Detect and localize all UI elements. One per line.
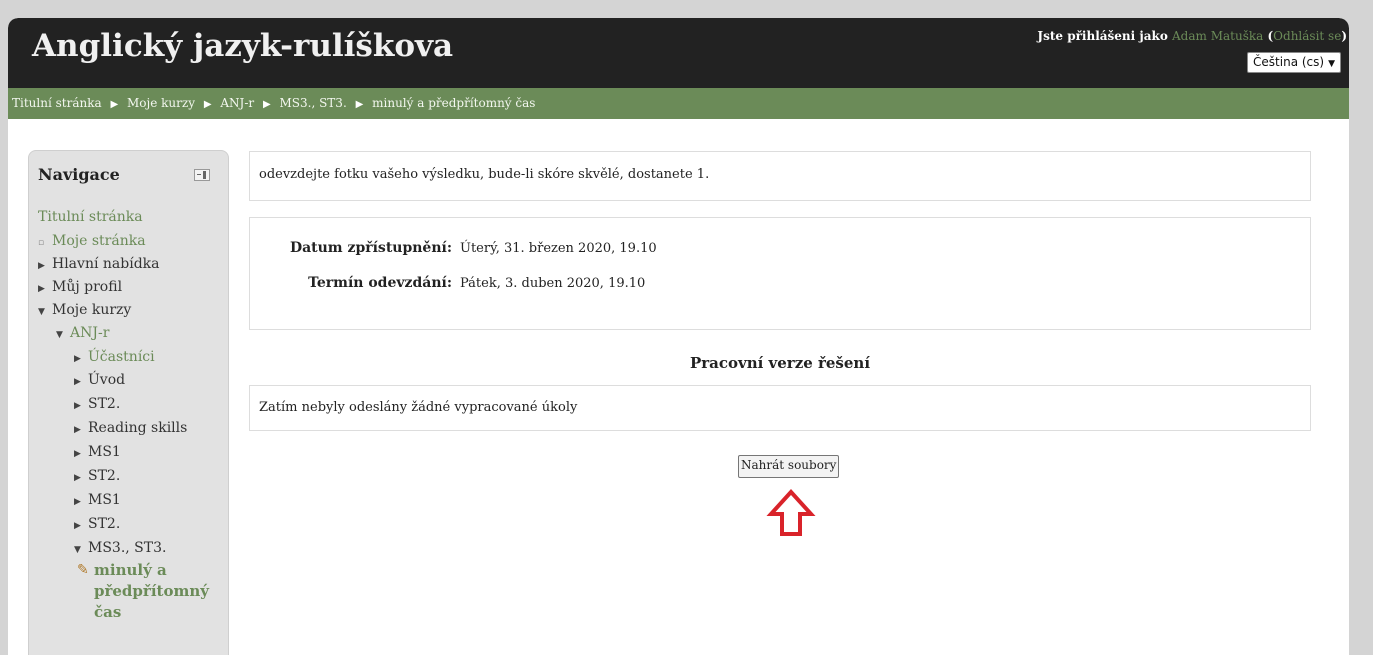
nav-item-home[interactable]: Titulní stránka <box>38 209 143 225</box>
breadcrumb-item-section[interactable]: MS3., ST3. <box>280 96 347 110</box>
caret-right-icon: ▶ <box>38 284 45 294</box>
caret-right-icon: ▶ <box>38 261 45 271</box>
assignment-icon: ✎ <box>77 562 89 578</box>
nav-item-course[interactable]: ▼ ANJ-r <box>56 325 109 341</box>
nav-item-label: Titulní stránka <box>38 209 143 225</box>
nav-item-label: Moje kurzy <box>52 302 132 318</box>
caret-down-icon: ▼ <box>38 307 45 317</box>
assignment-intro: odevzdejte fotku vašeho výsledku, bude-l… <box>249 151 1311 201</box>
nav-item-label: Úvod <box>88 372 126 388</box>
nav-item-section[interactable]: ▶ MS1 <box>74 492 121 508</box>
nav-item-section[interactable]: ▶ ST2. <box>74 468 120 484</box>
nav-item-my-page[interactable]: ▫ Moje stránka <box>38 233 146 249</box>
user-name-link[interactable]: Adam Matuška <box>1172 29 1263 43</box>
nav-item-my-profile[interactable]: ▶ Můj profil <box>38 279 122 295</box>
chevron-down-icon: ▼ <box>1328 59 1335 69</box>
dates-table: Datum zpřístupnění: Úterý, 31. březen 20… <box>249 217 1311 330</box>
caret-right-icon: ▶ <box>74 521 81 531</box>
breadcrumb-item-course[interactable]: ANJ-r <box>220 96 254 110</box>
nav-item-section[interactable]: ▶ ST2. <box>74 396 120 412</box>
nav-item-label: Reading skills <box>88 420 188 436</box>
nav-item-section-expanded[interactable]: ▼ MS3., ST3. <box>74 540 166 556</box>
site-header: Anglický jazyk-rulíškova Jste přihlášeni… <box>8 18 1349 88</box>
logout-link[interactable]: Odhlásit se <box>1273 29 1341 43</box>
breadcrumb-separator-icon: ▶ <box>355 99 364 110</box>
nav-item-label: Moje stránka <box>52 233 146 249</box>
status-text: Zatím nebyly odeslány žádné vypracované … <box>259 400 578 415</box>
bullet-icon: ▫ <box>38 238 45 248</box>
nav-item-current-assignment[interactable]: minulý a předpřítomný čas <box>94 560 228 623</box>
caret-right-icon: ▶ <box>74 401 81 411</box>
nav-item-section[interactable]: ▶ Reading skills <box>74 420 187 436</box>
caret-right-icon: ▶ <box>74 473 81 483</box>
login-info: Jste přihlášeni jako Adam Matuška (Odhlá… <box>1037 29 1347 43</box>
nav-item-label: Můj profil <box>52 279 123 295</box>
nav-item-section[interactable]: ▶ ST2. <box>74 516 120 532</box>
caret-right-icon: ▶ <box>74 425 81 435</box>
upload-files-button[interactable]: Nahrát soubory <box>738 455 840 478</box>
breadcrumb-separator-icon: ▶ <box>203 99 212 110</box>
caret-right-icon: ▶ <box>74 449 81 459</box>
breadcrumb-item-home[interactable]: Titulní stránka <box>12 96 102 110</box>
breadcrumb-item-current[interactable]: minulý a předpřítomný čas <box>372 96 535 110</box>
nav-item-label: MS1 <box>88 492 121 508</box>
breadcrumb-separator-icon: ▶ <box>262 99 271 110</box>
nav-item-main-menu[interactable]: ▶ Hlavní nabídka <box>38 256 159 272</box>
caret-down-icon: ▼ <box>56 330 63 340</box>
date-label: Datum zpřístupnění: <box>289 240 452 256</box>
date-value: Úterý, 31. březen 2020, 19.10 <box>460 241 657 256</box>
caret-right-icon: ▶ <box>74 497 81 507</box>
language-select[interactable]: Čeština (cs) ▼ <box>1247 52 1341 73</box>
nav-item-label: ST2. <box>88 468 121 484</box>
intro-text: odevzdejte fotku vašeho výsledku, bude-l… <box>259 167 710 182</box>
nav-item-section[interactable]: ▶ MS1 <box>74 444 121 460</box>
nav-item-label: Hlavní nabídka <box>52 256 160 272</box>
submission-heading: Pracovní verze řešení <box>689 354 871 372</box>
caret-down-icon: ▼ <box>74 545 81 555</box>
nav-item-label: MS1 <box>88 444 121 460</box>
nav-item-label: ST2. <box>88 516 121 532</box>
submission-status: Zatím nebyly odeslány žádné vypracované … <box>249 385 1311 431</box>
nav-item-label: MS3., ST3. <box>88 540 167 556</box>
breadcrumb-separator-icon: ▶ <box>110 99 119 110</box>
nav-item-my-courses[interactable]: ▼ Moje kurzy <box>38 302 131 318</box>
nav-item-label: ST2. <box>88 396 121 412</box>
site-title[interactable]: Anglický jazyk-rulíškova <box>32 28 453 64</box>
login-prefix: Jste přihlášeni jako <box>1037 29 1168 43</box>
arrow-up-icon <box>766 489 816 536</box>
caret-right-icon: ▶ <box>74 354 81 364</box>
language-value: Čeština (cs) <box>1253 55 1325 69</box>
page: Anglický jazyk-rulíškova Jste přihlášeni… <box>8 18 1349 655</box>
navigation-title: Navigace <box>38 165 120 184</box>
nav-item-participants[interactable]: ▶ Účastníci <box>74 349 155 365</box>
caret-right-icon: ▶ <box>74 377 81 387</box>
breadcrumb: Titulní stránka ▶ Moje kurzy ▶ ANJ-r ▶ M… <box>8 88 1349 119</box>
navigation-block: Navigace Titulní stránka ▫ Moje stránka ▶… <box>28 150 229 655</box>
paren-close: ) <box>1341 29 1347 43</box>
nav-item-label: Účastníci <box>88 349 155 365</box>
nav-item-label: ANJ-r <box>70 325 110 341</box>
nav-item-section[interactable]: ▶ Úvod <box>74 372 125 388</box>
dock-block-icon[interactable] <box>194 169 210 181</box>
breadcrumb-item-my-courses[interactable]: Moje kurzy <box>127 96 195 110</box>
scrollbar[interactable] <box>1357 0 1373 655</box>
date-value: Pátek, 3. duben 2020, 19.10 <box>460 276 646 291</box>
date-label: Termín odevzdání: <box>308 275 452 291</box>
